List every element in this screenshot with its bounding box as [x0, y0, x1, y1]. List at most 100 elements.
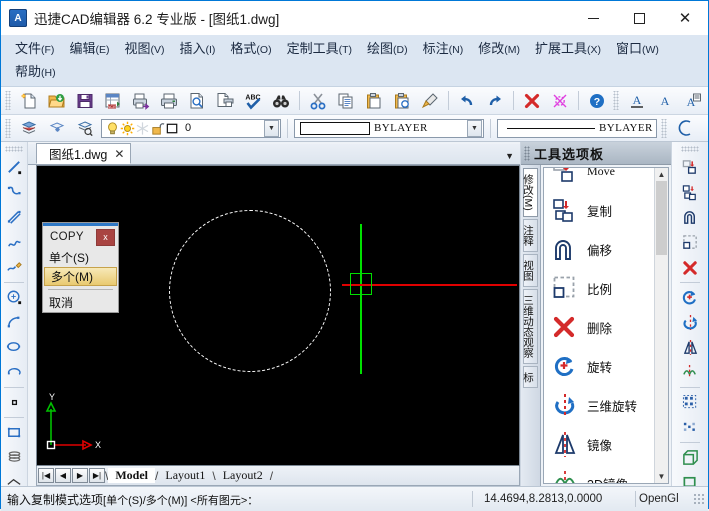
- context-menu-item-single[interactable]: 单个(S): [43, 248, 118, 267]
- layer-manager-icon[interactable]: [16, 116, 42, 141]
- modify-toolbar-grip[interactable]: [681, 146, 699, 152]
- context-menu-item-cancel[interactable]: 取消: [43, 293, 118, 312]
- unlock-icon[interactable]: [150, 121, 165, 136]
- palette-item-offset[interactable]: 偏移: [544, 230, 655, 269]
- new-file-icon[interactable]: [16, 88, 42, 113]
- layer-combo-body[interactable]: 0: [102, 121, 264, 136]
- color-combo-body[interactable]: BYLAYER: [295, 121, 467, 135]
- previous-layout-button[interactable]: ◀: [55, 468, 71, 483]
- color-combo-dropdown[interactable]: ▼: [467, 119, 482, 137]
- undo-icon[interactable]: [454, 88, 480, 113]
- maximize-button[interactable]: [616, 1, 662, 35]
- first-layout-button[interactable]: |◀: [38, 468, 54, 483]
- drawing-canvas-wrapper[interactable]: Y X COPY x 单个(S) 多个(M) 取消: [36, 165, 520, 466]
- layout-tab-layout1[interactable]: Layout1: [158, 468, 212, 483]
- menu-view[interactable]: 视图(V): [120, 38, 173, 61]
- scale-icon[interactable]: [677, 230, 703, 255]
- paste-special-icon[interactable]: [389, 88, 415, 113]
- redo-icon[interactable]: [482, 88, 508, 113]
- explode-icon[interactable]: [547, 88, 573, 113]
- palette-scroll-area[interactable]: Move 复制 偏移 比例 删除 旋转 三维旋转 镜像 ▲ ▼: [543, 167, 669, 484]
- spline-icon[interactable]: [1, 230, 27, 255]
- minimize-button[interactable]: [570, 1, 616, 35]
- elliptical-arc-icon[interactable]: [1, 360, 27, 385]
- scroll-down-icon[interactable]: ▼: [655, 470, 668, 483]
- render-mode-indicator[interactable]: OpenGl: [639, 493, 693, 505]
- open-file-icon[interactable]: [44, 88, 70, 113]
- close-tab-icon[interactable]: ✕: [114, 147, 124, 161]
- command-line[interactable]: 输入复制模式选项[单个(S)/多个(M)] <所有图元>：: [1, 491, 469, 508]
- layerbar-grip[interactable]: [5, 118, 11, 138]
- print-icon[interactable]: [156, 88, 182, 113]
- toolbar-grip-text[interactable]: [613, 91, 619, 110]
- mirror3d-icon[interactable]: [677, 360, 703, 385]
- menu-insert[interactable]: 插入(I): [175, 38, 224, 61]
- mirror-icon[interactable]: [677, 335, 703, 360]
- export-acis-icon[interactable]: ACIS: [100, 88, 126, 113]
- document-tab[interactable]: 图纸1.dwg ✕: [36, 143, 132, 164]
- arc-icon[interactable]: [1, 310, 27, 335]
- point-icon[interactable]: [1, 390, 27, 415]
- copy-icon[interactable]: [677, 180, 703, 205]
- ellipse-icon[interactable]: [1, 335, 27, 360]
- context-menu-close-icon[interactable]: x: [96, 228, 115, 246]
- circle-icon[interactable]: [1, 285, 27, 310]
- layer-combo[interactable]: 0 ▼: [101, 118, 281, 138]
- rect-array-icon[interactable]: [677, 390, 703, 415]
- linetype-combo-body[interactable]: BYLAYER: [498, 122, 656, 134]
- palette-tab-annotate[interactable]: 注释: [522, 218, 538, 252]
- layer-freeze-icon[interactable]: [44, 116, 70, 141]
- palette-item-rotate3d[interactable]: 三维旋转: [544, 386, 655, 425]
- palette-item-move[interactable]: Move: [544, 168, 655, 191]
- close-button[interactable]: ✕: [662, 1, 708, 35]
- text-style-icon[interactable]: A: [624, 88, 650, 113]
- spell-check-icon[interactable]: ABC: [240, 88, 266, 113]
- draw-toolbar-grip[interactable]: [5, 146, 23, 152]
- polyline-icon[interactable]: [1, 180, 27, 205]
- erase-icon[interactable]: [677, 255, 703, 280]
- print-to-file-icon[interactable]: [128, 88, 154, 113]
- copy-context-menu[interactable]: COPY x 单个(S) 多个(M) 取消: [42, 222, 119, 313]
- menu-file[interactable]: 文件(F): [11, 38, 63, 61]
- color-combo[interactable]: BYLAYER ▼: [294, 118, 484, 138]
- context-menu-item-multiple[interactable]: 多个(M): [44, 267, 117, 286]
- toolbar-grip[interactable]: [5, 91, 11, 110]
- lightbulb-icon[interactable]: [105, 121, 120, 136]
- palette-tab-view[interactable]: 视图: [522, 253, 538, 287]
- layer-previous-icon[interactable]: [72, 116, 98, 141]
- coordinate-display[interactable]: 14.4694,8.2813,0.0000: [476, 493, 632, 505]
- layout-tab-layout2[interactable]: Layout2: [216, 468, 270, 483]
- save-icon[interactable]: [72, 88, 98, 113]
- revision-cloud-icon[interactable]: [1, 470, 27, 486]
- multiline-text-icon[interactable]: A: [680, 88, 706, 113]
- single-text-icon[interactable]: A: [652, 88, 678, 113]
- rotate3d-icon[interactable]: [677, 310, 703, 335]
- next-layout-button[interactable]: ▶: [72, 468, 88, 483]
- extrude-icon[interactable]: [677, 445, 703, 470]
- print-preview-icon[interactable]: [184, 88, 210, 113]
- helix-icon[interactable]: [1, 445, 27, 470]
- rotate-icon[interactable]: [677, 285, 703, 310]
- palette-grip[interactable]: [524, 145, 530, 161]
- layerbar-grip-2[interactable]: [661, 118, 667, 138]
- palette-tab-3d-orbit[interactable]: 三维动态观察: [522, 288, 538, 364]
- menu-dimension[interactable]: 标注(N): [419, 38, 473, 61]
- color-square-icon[interactable]: [165, 121, 180, 136]
- box-icon[interactable]: [677, 470, 703, 486]
- palette-item-rotate[interactable]: 旋转: [544, 347, 655, 386]
- rectangle-icon[interactable]: [1, 420, 27, 445]
- selected-circle-entity[interactable]: [169, 210, 331, 372]
- drawing-canvas[interactable]: Y X COPY x 单个(S) 多个(M) 取消: [37, 166, 519, 465]
- double-line-icon[interactable]: [1, 205, 27, 230]
- menu-edit[interactable]: 编辑(E): [65, 38, 118, 61]
- path-array-icon[interactable]: [677, 415, 703, 440]
- layout-tab-model[interactable]: Model: [108, 468, 156, 483]
- tab-list-dropdown-icon[interactable]: ▼: [505, 151, 514, 161]
- palette-item-mirror3d[interactable]: 3D镜像: [544, 464, 655, 483]
- sketch-icon[interactable]: [1, 255, 27, 280]
- palette-tab-more[interactable]: 标: [522, 365, 538, 389]
- menu-draw[interactable]: 绘图(D): [363, 38, 417, 61]
- erase-icon[interactable]: [519, 88, 545, 113]
- line-icon[interactable]: [1, 155, 27, 180]
- scroll-up-icon[interactable]: ▲: [655, 168, 668, 181]
